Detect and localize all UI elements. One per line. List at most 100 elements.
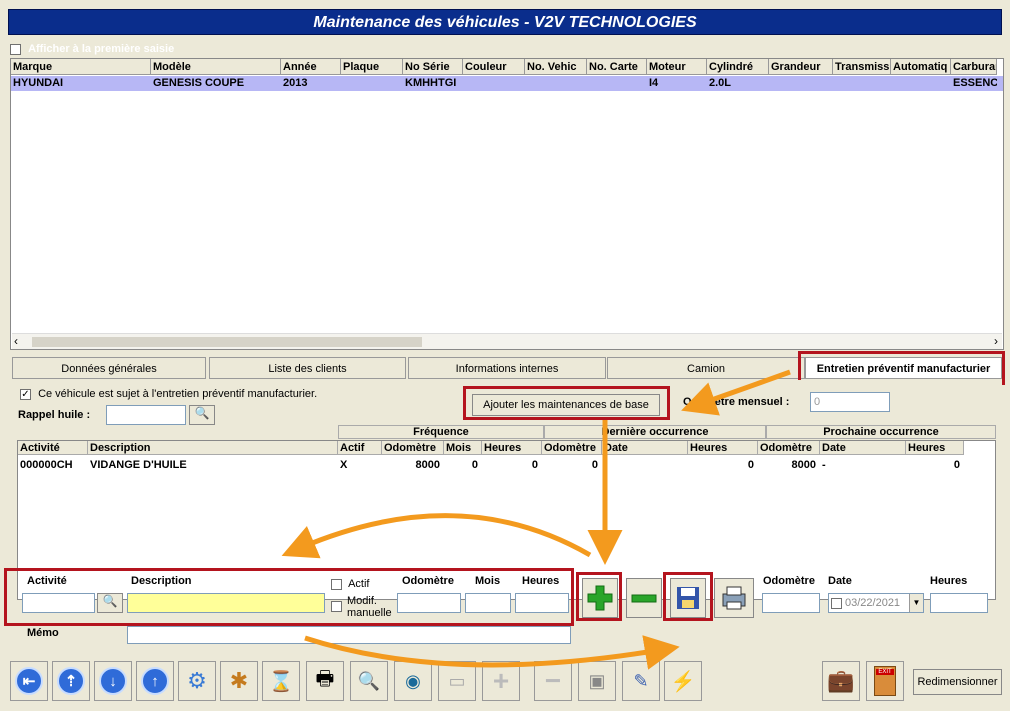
edit-toolbar-button[interactable]: ✎	[622, 661, 660, 701]
column-header[interactable]: Moteur	[647, 59, 707, 75]
column-header[interactable]: Date	[602, 441, 688, 455]
table-cell[interactable]: 0	[484, 458, 538, 472]
table-cell[interactable]	[604, 458, 684, 472]
history-button[interactable]: ⌛	[262, 661, 300, 701]
column-header[interactable]: Description	[88, 441, 338, 455]
table-cell[interactable]: 8000	[384, 458, 440, 472]
column-header[interactable]: Automatiq	[891, 59, 951, 75]
briefcase-button[interactable]: 💼	[822, 661, 860, 701]
activity-input[interactable]	[22, 593, 95, 613]
date-picker[interactable]: 03/22/2021 ▼	[828, 593, 924, 613]
table-cell[interactable]: -	[822, 458, 902, 472]
odometer2-input[interactable]	[762, 593, 820, 613]
oil-lookup-button[interactable]: 🔍	[189, 405, 215, 425]
table-cell[interactable]	[587, 76, 647, 91]
lightning-toolbar-button[interactable]: ⚡	[664, 661, 702, 701]
scroll-right-icon[interactable]: ›	[994, 334, 998, 348]
table-cell[interactable]: 000000CH	[20, 458, 84, 472]
add-toolbar-button[interactable]: +	[482, 661, 520, 701]
table-cell[interactable]: 0	[690, 458, 754, 472]
column-header[interactable]: No. Vehic	[525, 59, 587, 75]
table-cell[interactable]: I4	[647, 76, 707, 91]
chevron-down-icon[interactable]: ▼	[909, 594, 923, 612]
column-header[interactable]: Marque	[11, 59, 151, 75]
table-cell[interactable]: HYUNDAI	[11, 76, 151, 91]
subject-checkbox[interactable]: ✓	[20, 388, 31, 400]
tab-general[interactable]: Données générales	[12, 357, 206, 379]
table-cell[interactable]	[341, 76, 403, 91]
column-header[interactable]: Transmiss	[833, 59, 891, 75]
monitor-toolbar-button[interactable]: ▭	[438, 661, 476, 701]
resize-button[interactable]: Redimensionner	[913, 669, 1002, 695]
scroll-left-icon[interactable]: ‹	[14, 334, 18, 348]
hours2-input[interactable]	[930, 593, 988, 613]
tab-clients[interactable]: Liste des clients	[209, 357, 406, 379]
vehicle-grid[interactable]: Marque Modèle Année Plaque No Série Couleur No…	[10, 58, 1004, 350]
table-cell[interactable]	[891, 76, 951, 91]
save-toolbar-button[interactable]: ▣	[578, 661, 616, 701]
date-checkbox[interactable]	[831, 597, 842, 609]
modif-checkbox[interactable]	[331, 601, 342, 612]
exit-button[interactable]: EXIT	[866, 661, 904, 701]
description-input[interactable]	[127, 593, 325, 613]
table-cell[interactable]: GENESIS COUPE	[151, 76, 281, 91]
nav-next-button[interactable]: ↓	[94, 661, 132, 701]
search-toolbar-button[interactable]: 🔍	[350, 661, 388, 701]
table-cell[interactable]: X	[340, 458, 378, 472]
remove-button[interactable]	[626, 578, 662, 618]
actif-option[interactable]: Actif	[331, 578, 369, 590]
print-toolbar-button[interactable]: 🖶	[306, 661, 344, 701]
nav-last-button[interactable]: ↑	[136, 661, 174, 701]
table-cell[interactable]: 8000	[760, 458, 816, 472]
table-cell[interactable]: ESSENC	[951, 76, 997, 91]
remove-toolbar-button[interactable]: −	[534, 661, 572, 701]
settings-button[interactable]: ⚙	[178, 661, 216, 701]
tab-truck[interactable]: Camion	[607, 357, 805, 379]
memo-input[interactable]	[127, 626, 571, 644]
nav-prev-button[interactable]: ⇡	[52, 661, 90, 701]
print-button[interactable]	[714, 578, 754, 618]
tab-internal[interactable]: Informations internes	[408, 357, 606, 379]
column-header[interactable]: Actif	[338, 441, 382, 455]
table-cell[interactable]: 2.0L	[707, 76, 769, 91]
column-header[interactable]: Carburan	[951, 59, 997, 75]
table-cell[interactable]	[463, 76, 525, 91]
odometer-input[interactable]	[397, 593, 461, 613]
months-input[interactable]	[465, 593, 511, 613]
subject-option[interactable]: ✓ Ce véhicule est sujet à l'entretien pr…	[20, 388, 317, 400]
column-header[interactable]: Modèle	[151, 59, 281, 75]
show-first-checkbox[interactable]	[10, 43, 21, 55]
table-cell[interactable]	[525, 76, 587, 91]
actif-checkbox[interactable]	[331, 578, 342, 590]
table-cell[interactable]	[833, 76, 891, 91]
oil-reminder-input[interactable]	[106, 405, 186, 425]
column-header[interactable]: Heures	[688, 441, 758, 455]
view-toolbar-button[interactable]: ◉	[394, 661, 432, 701]
odometer-monthly-input[interactable]: 0	[810, 392, 890, 412]
column-header[interactable]: Année	[281, 59, 341, 75]
column-header[interactable]: Odomètre	[382, 441, 444, 455]
column-header[interactable]: Plaque	[341, 59, 403, 75]
table-cell[interactable]: 0	[446, 458, 478, 472]
table-cell[interactable]: VIDANGE D'HUILE	[90, 458, 334, 472]
show-first-option[interactable]: Afficher à la première saisie	[10, 41, 174, 57]
table-cell[interactable]: 0	[544, 458, 598, 472]
column-header[interactable]: Mois	[444, 441, 482, 455]
hours-input[interactable]	[515, 593, 569, 613]
column-header[interactable]: Grandeur	[769, 59, 833, 75]
horizontal-scrollbar[interactable]: ‹ ›	[12, 333, 1002, 349]
column-header[interactable]: Couleur	[463, 59, 525, 75]
table-cell[interactable]: 0	[908, 458, 960, 472]
column-header[interactable]: Activité	[18, 441, 88, 455]
column-header[interactable]: Odomètre	[758, 441, 820, 455]
column-header[interactable]: Date	[820, 441, 906, 455]
activity-lookup-button[interactable]: 🔍	[97, 593, 123, 613]
column-header[interactable]: No Série	[403, 59, 463, 75]
table-cell[interactable]: 2013	[281, 76, 341, 91]
table-cell[interactable]	[769, 76, 833, 91]
tools-button[interactable]: ✱	[220, 661, 258, 701]
table-cell[interactable]: KMHHTGI	[403, 76, 463, 91]
scroll-thumb[interactable]	[32, 337, 422, 347]
nav-first-button[interactable]: ⇤	[10, 661, 48, 701]
column-header[interactable]: Heures	[906, 441, 964, 455]
